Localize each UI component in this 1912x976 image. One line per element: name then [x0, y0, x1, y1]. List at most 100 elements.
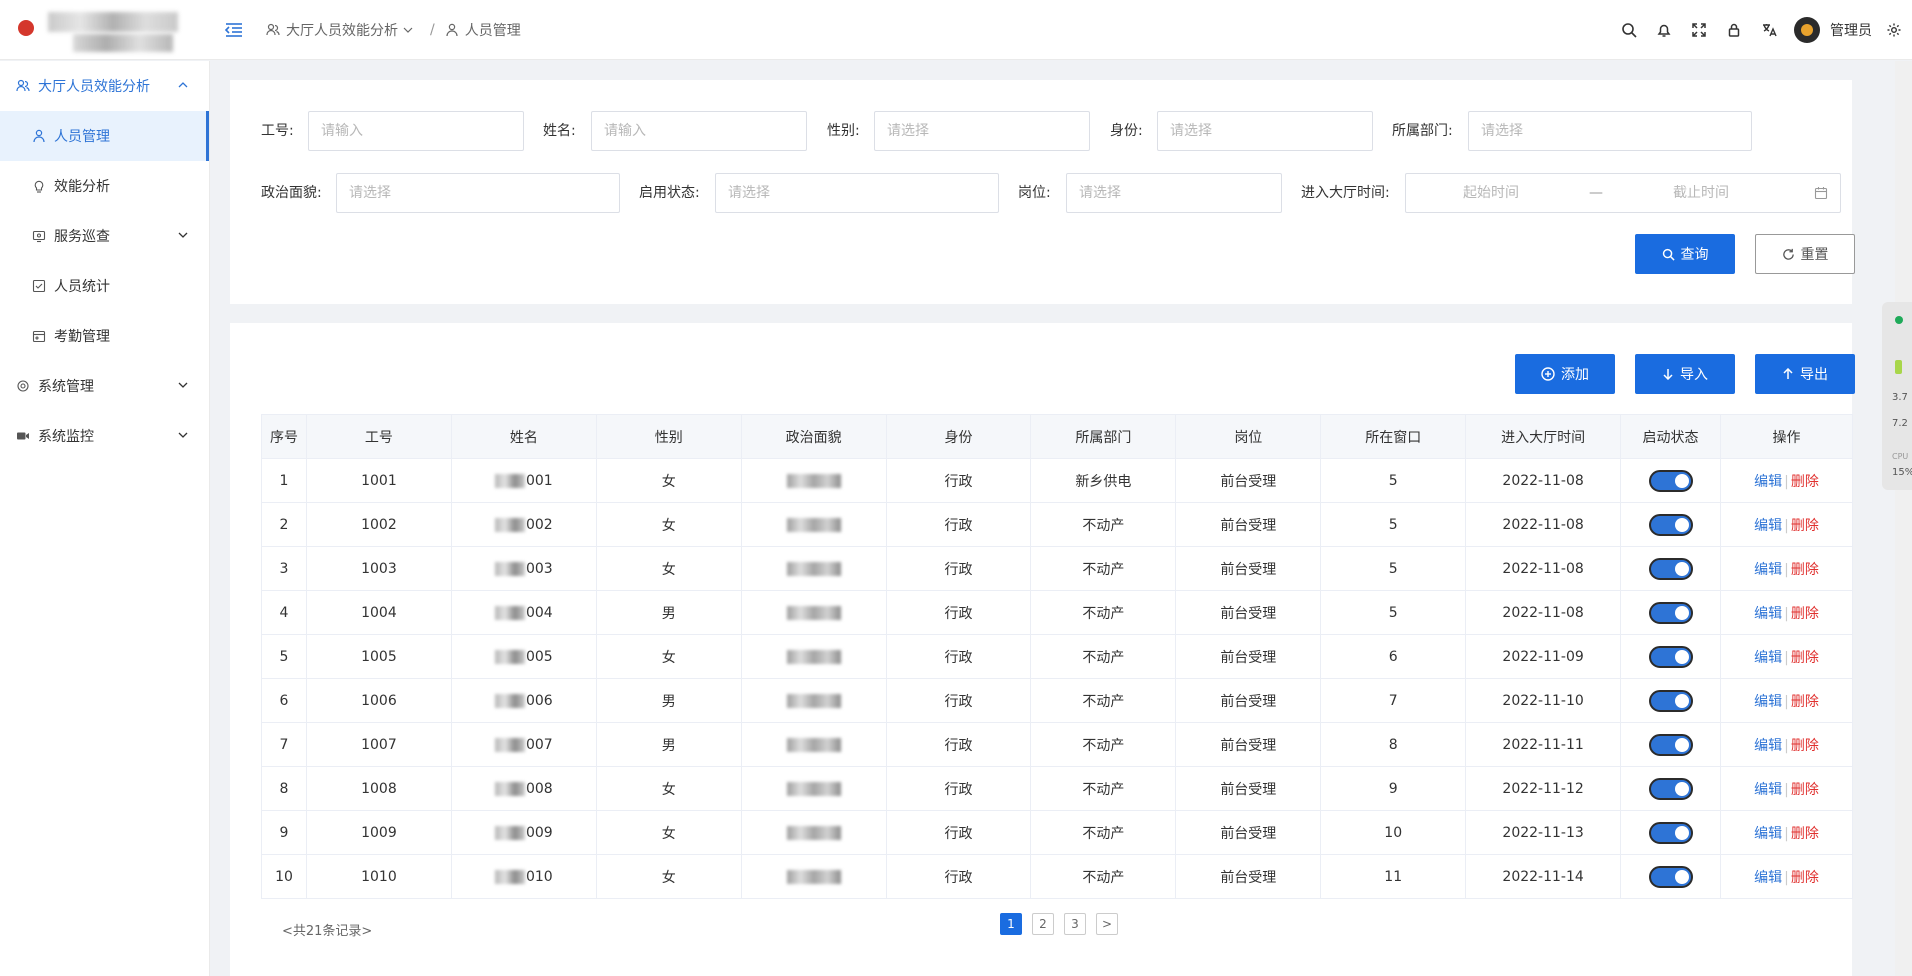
- gender-label: 性别:: [827, 123, 860, 139]
- delete-link[interactable]: 删除: [1791, 650, 1819, 666]
- delete-link[interactable]: 删除: [1791, 738, 1819, 754]
- department: 不动产: [1030, 678, 1177, 723]
- enable-toggle[interactable]: [1648, 557, 1693, 580]
- sidebar-item-hall-analysis[interactable]: 大厅人员效能分析: [0, 61, 209, 111]
- edit-link[interactable]: 编辑: [1754, 782, 1782, 798]
- sidebar-item-service-inspection[interactable]: 服务巡查: [0, 211, 209, 261]
- name-input[interactable]: [591, 111, 807, 151]
- sidebar-item-label: 考勤管理: [54, 329, 110, 345]
- enable-toggle[interactable]: [1648, 733, 1693, 756]
- app-logo[interactable]: [18, 12, 208, 54]
- post: 前台受理: [1175, 678, 1322, 723]
- start-date-input[interactable]: [1406, 185, 1576, 201]
- delete-link[interactable]: 删除: [1791, 606, 1819, 622]
- page-1-button[interactable]: 1: [1000, 913, 1022, 935]
- page-3-button[interactable]: 3: [1064, 913, 1086, 935]
- reset-button[interactable]: 重置: [1755, 234, 1855, 274]
- breadcrumb-parent[interactable]: 大厅人员效能分析: [286, 20, 398, 40]
- delete-link[interactable]: 删除: [1791, 562, 1819, 578]
- gender: 女: [595, 634, 742, 679]
- sidebar-item-staff-statistics[interactable]: 人员统计: [0, 261, 209, 311]
- delete-link[interactable]: 删除: [1791, 474, 1819, 490]
- staff-table: 序号 工号 姓名 性别 政治面貌 身份 所属部门 岗位 所在窗口 进入大厅时间 启动状态 操作 1 10…: [261, 414, 1853, 899]
- search-icon[interactable]: [1619, 20, 1639, 40]
- fullscreen-icon[interactable]: [1689, 20, 1709, 40]
- edit-link[interactable]: 编辑: [1754, 518, 1782, 534]
- page-2-button[interactable]: 2: [1032, 913, 1054, 935]
- sidebar-item-attendance[interactable]: 考勤管理: [0, 311, 209, 361]
- enable-toggle[interactable]: [1648, 689, 1693, 712]
- actions-cell: 编辑 | 删除: [1720, 722, 1853, 767]
- enable-toggle[interactable]: [1648, 777, 1693, 800]
- window-no: 5: [1320, 458, 1467, 503]
- table-row: 6 1006 006 男 行政 不动产 前台受理 7 2022-11-10 编辑 | 删除: [261, 678, 1853, 723]
- query-button[interactable]: 查询: [1635, 234, 1735, 274]
- actions-cell: 编辑 | 删除: [1720, 634, 1853, 679]
- edit-link[interactable]: 编辑: [1754, 738, 1782, 754]
- export-button[interactable]: 导出: [1755, 354, 1855, 394]
- identity-select[interactable]: [1157, 111, 1373, 151]
- next-page-button[interactable]: >: [1096, 913, 1118, 935]
- sidebar-item-system-management[interactable]: 系统管理: [0, 361, 209, 411]
- table-row: 2 1002 002 女 行政 不动产 前台受理 5 2022-11-08 编辑 | 删除: [261, 502, 1853, 547]
- chevron-down-icon: [403, 27, 413, 33]
- actions-cell: 编辑 | 删除: [1720, 502, 1853, 547]
- enable-toggle[interactable]: [1648, 601, 1693, 624]
- gender: 男: [595, 590, 742, 635]
- page-scrollbar[interactable]: [1895, 61, 1912, 976]
- status-select[interactable]: [715, 173, 999, 213]
- edit-link[interactable]: 编辑: [1754, 694, 1782, 710]
- edit-link[interactable]: 编辑: [1754, 562, 1782, 578]
- political-select[interactable]: [336, 173, 620, 213]
- gender-select[interactable]: [874, 111, 1090, 151]
- avatar[interactable]: [1794, 17, 1820, 43]
- delete-link[interactable]: 删除: [1791, 826, 1819, 842]
- date-range-picker[interactable]: —: [1405, 173, 1841, 213]
- sidebar: 大厅人员效能分析 人员管理 效能分析 服务巡查 人员统计 考勤管理 系统管理 系…: [0, 61, 210, 976]
- position-select[interactable]: [1066, 173, 1282, 213]
- import-button[interactable]: 导入: [1635, 354, 1735, 394]
- enable-toggle[interactable]: [1648, 469, 1693, 492]
- edit-link[interactable]: 编辑: [1754, 650, 1782, 666]
- sidebar-item-efficiency[interactable]: 效能分析: [0, 161, 209, 211]
- table-row: 5 1005 005 女 行政 不动产 前台受理 6 2022-11-09 编辑 | 删除: [261, 634, 1853, 679]
- employee-id: 1005: [305, 634, 452, 679]
- department-select[interactable]: [1468, 111, 1752, 151]
- sidebar-item-system-monitor[interactable]: 系统监控: [0, 411, 209, 461]
- delete-link[interactable]: 删除: [1791, 870, 1819, 886]
- post: 前台受理: [1175, 810, 1322, 855]
- enable-toggle[interactable]: [1648, 645, 1693, 668]
- window-no: 5: [1320, 546, 1467, 591]
- chevron-down-icon: [178, 232, 188, 238]
- enter-date: 2022-11-13: [1465, 810, 1622, 855]
- edit-link[interactable]: 编辑: [1754, 474, 1782, 490]
- edit-link[interactable]: 编辑: [1754, 870, 1782, 886]
- end-date-input[interactable]: [1616, 185, 1786, 201]
- department: 新乡供电: [1030, 458, 1177, 503]
- edit-link[interactable]: 编辑: [1754, 606, 1782, 622]
- menu-collapse-icon[interactable]: [224, 20, 244, 40]
- table-panel: 添加 导入 导出 序号 工号 姓名 性别 政治面貌 身份 所属部门 岗位 所在窗口 进入大厅时间启…: [230, 323, 1855, 976]
- user-icon: [446, 23, 458, 37]
- add-button[interactable]: 添加: [1515, 354, 1615, 394]
- action-separator: |: [1784, 605, 1789, 622]
- column-header: 身份: [885, 414, 1032, 459]
- status-cell: [1620, 722, 1722, 767]
- lock-icon[interactable]: [1724, 20, 1744, 40]
- delete-link[interactable]: 删除: [1791, 518, 1819, 534]
- edit-link[interactable]: 编辑: [1754, 826, 1782, 842]
- translate-icon[interactable]: [1759, 20, 1779, 40]
- cpu-label: CPU: [1892, 452, 1909, 461]
- performance-widget[interactable]: 3.7 7.2 CPU 15%: [1882, 302, 1912, 490]
- delete-link[interactable]: 删除: [1791, 782, 1819, 798]
- enable-toggle[interactable]: [1648, 821, 1693, 844]
- bell-icon[interactable]: [1654, 20, 1674, 40]
- user-name[interactable]: 管理员: [1830, 20, 1872, 40]
- enable-toggle[interactable]: [1648, 865, 1693, 888]
- employee-id-input[interactable]: [308, 111, 524, 151]
- enable-toggle[interactable]: [1648, 513, 1693, 536]
- redacted-political-status: [786, 561, 841, 576]
- sidebar-item-staff-management[interactable]: 人员管理: [0, 111, 209, 161]
- delete-link[interactable]: 删除: [1791, 694, 1819, 710]
- settings-gear-icon[interactable]: [1884, 20, 1904, 40]
